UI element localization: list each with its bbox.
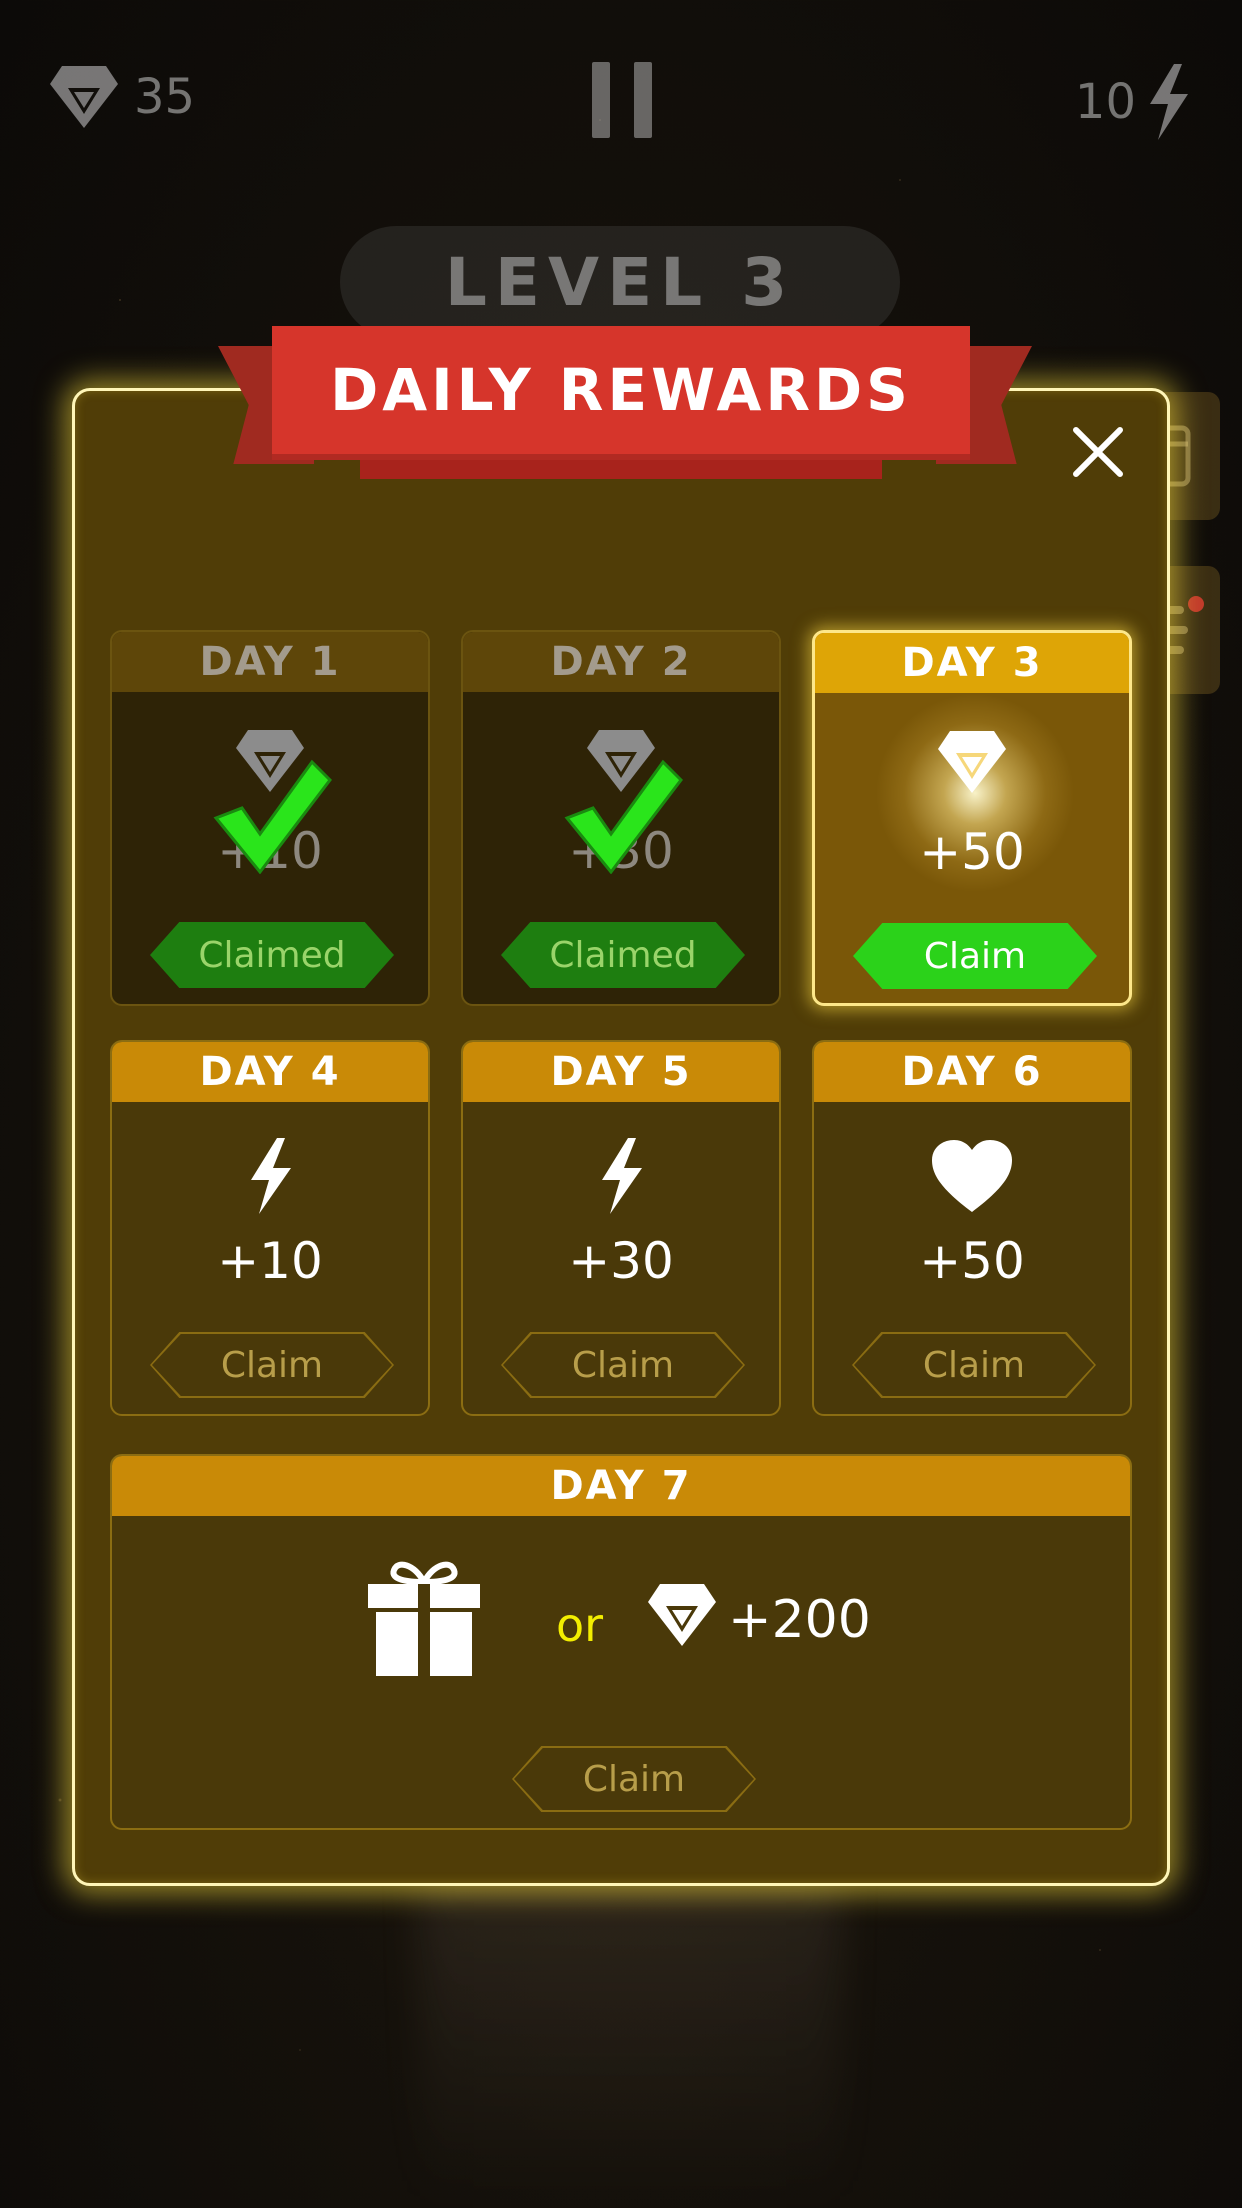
lightning-icon [602, 1138, 642, 1214]
reward-amount: +50 [919, 823, 1025, 881]
reward-amount: +200 [728, 1590, 871, 1650]
day-label: DAY 7 [112, 1456, 1130, 1516]
day-card-7: DAY 7 or +200 Claim [110, 1454, 1132, 1830]
close-icon [1073, 427, 1123, 477]
lightning-icon [1150, 64, 1188, 140]
reward-amount: +50 [919, 1232, 1025, 1290]
reward-amount: +30 [568, 1232, 674, 1290]
gift-icon [368, 1561, 480, 1676]
or-text: or [556, 1598, 604, 1652]
day-label: DAY 5 [463, 1042, 779, 1102]
heart-icon [932, 1140, 1012, 1212]
pause-button[interactable] [592, 62, 652, 138]
checkmark-icon [213, 759, 332, 874]
day-card-1: DAY 1 +10 Claimed [110, 630, 430, 1006]
claimed-button[interactable]: Claimed [150, 922, 394, 988]
diamond-icon [50, 66, 118, 128]
day-card-5: DAY 5 +30 Claim [461, 1040, 781, 1416]
claim-button[interactable]: Claim [501, 1332, 745, 1398]
claim-button[interactable]: Claim [150, 1332, 394, 1398]
day-label: DAY 6 [814, 1042, 1130, 1102]
lightning-icon [251, 1138, 291, 1214]
energy-counter: 10 [1075, 64, 1190, 140]
day-label: DAY 2 [463, 632, 779, 692]
day-card-4: DAY 4 +10 Claim [110, 1040, 430, 1416]
day-card-6: DAY 6 +50 Claim [812, 1040, 1132, 1416]
energy-count: 10 [1074, 74, 1136, 130]
checkmark-icon [564, 759, 683, 874]
claim-button[interactable]: Claim [512, 1746, 756, 1812]
background-light-rays [420, 1850, 840, 2208]
dialog-title: DAILY REWARDS [272, 326, 970, 454]
diamond-icon [938, 731, 1006, 793]
gem-counter: 35 [48, 64, 195, 130]
day-card-2: DAY 2 +30 Claimed [461, 630, 781, 1006]
claim-button[interactable]: Claim [852, 1332, 1096, 1398]
claim-button[interactable]: Claim [853, 923, 1097, 989]
claimed-button[interactable]: Claimed [501, 922, 745, 988]
day-label: DAY 1 [112, 632, 428, 692]
day-label: DAY 4 [112, 1042, 428, 1102]
day-card-3: DAY 3 +50 Claim [812, 630, 1132, 1006]
gem-count: 35 [134, 69, 196, 125]
close-button[interactable] [1070, 424, 1126, 480]
diamond-icon [648, 1584, 716, 1646]
pause-icon [592, 62, 610, 138]
day-label: DAY 3 [815, 633, 1129, 693]
reward-amount: +10 [217, 1232, 323, 1290]
level-title: LEVEL 3 [340, 226, 900, 338]
